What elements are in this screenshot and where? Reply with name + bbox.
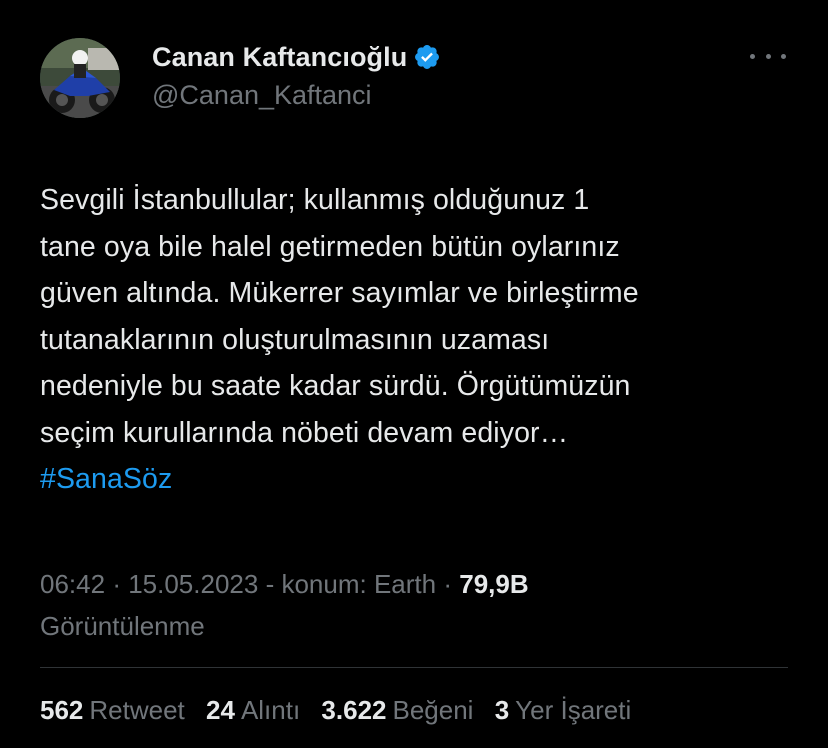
bookmarks-label: Yer İşareti	[515, 695, 632, 725]
more-dot	[765, 53, 771, 59]
tweet-header: Canan Kaftancıoğlu @Canan_Kaftanci	[40, 38, 800, 118]
avatar-image	[40, 38, 120, 118]
retweets-stat[interactable]: 562 Retweet	[40, 690, 185, 730]
tweet-text-line: güven altında. Mükerrer sayımlar ve birl…	[40, 277, 639, 309]
divider	[40, 667, 788, 668]
author-handle[interactable]: @Canan_Kaftanci	[152, 80, 441, 111]
likes-count: 3.622	[321, 695, 387, 725]
retweets-label: Retweet	[89, 695, 185, 725]
more-options-icon[interactable]	[750, 44, 786, 68]
more-dot	[781, 53, 786, 59]
quotes-label: Alıntı	[240, 695, 301, 725]
likes-stat[interactable]: 3.622 Beğeni	[321, 690, 473, 730]
tweet-text-line: Sevgili İstanbullular; kullanmış olduğun…	[40, 184, 590, 216]
meta-separator: ·	[443, 569, 460, 599]
more-dot	[750, 53, 755, 59]
tweet-text-line: tutanaklarının oluşturulmasının uzaması	[40, 323, 550, 356]
views-label: Görüntülenme	[40, 611, 205, 641]
hashtag-link[interactable]: #SanaSöz	[40, 463, 172, 495]
bookmarks-count: 3	[494, 695, 510, 725]
meta-separator: ·	[112, 569, 129, 599]
quotes-count: 24	[206, 695, 235, 725]
tweet-location: konum: Earth	[281, 569, 437, 599]
views-count[interactable]: 79,9B	[459, 569, 528, 599]
verified-badge-icon[interactable]	[413, 43, 441, 71]
author-names: Canan Kaftancıoğlu @Canan_Kaftanci	[152, 40, 441, 111]
tweet-text-line: tane oya bile halel getirmeden bütün oyl…	[40, 230, 620, 263]
display-name-row: Canan Kaftancıoğlu	[152, 40, 441, 74]
tweet-text: Sevgili İstanbullular; kullanmış olduğun…	[40, 177, 800, 503]
meta-separator: -	[265, 569, 282, 599]
likes-label: Beğeni	[392, 695, 474, 725]
avatar[interactable]	[40, 38, 120, 118]
tweet-meta: 06:42 · 15.05.2023 - konum: Earth · 79,9…	[40, 563, 800, 647]
display-name[interactable]: Canan Kaftancıoğlu	[152, 42, 407, 73]
quotes-stat[interactable]: 24 Alıntı	[206, 690, 300, 730]
tweet-text-line: nedeniyle bu saate kadar sürdü. Örgütümü…	[40, 370, 631, 402]
meta-line: 06:42 · 15.05.2023 - konum: Earth · 79,9…	[40, 563, 800, 605]
tweet-time[interactable]: 06:42	[40, 569, 105, 599]
tweet-text-line: seçim kurullarında nöbeti devam ediyor…	[40, 416, 569, 449]
bookmarks-stat[interactable]: 3 Yer İşareti	[495, 690, 632, 730]
retweets-count: 562	[40, 695, 84, 725]
tweet-date[interactable]: 15.05.2023	[128, 569, 258, 599]
engagement-stats: 562 Retweet 24 Alıntı 3.622 Beğeni 3 Yer İşa…	[40, 690, 645, 730]
